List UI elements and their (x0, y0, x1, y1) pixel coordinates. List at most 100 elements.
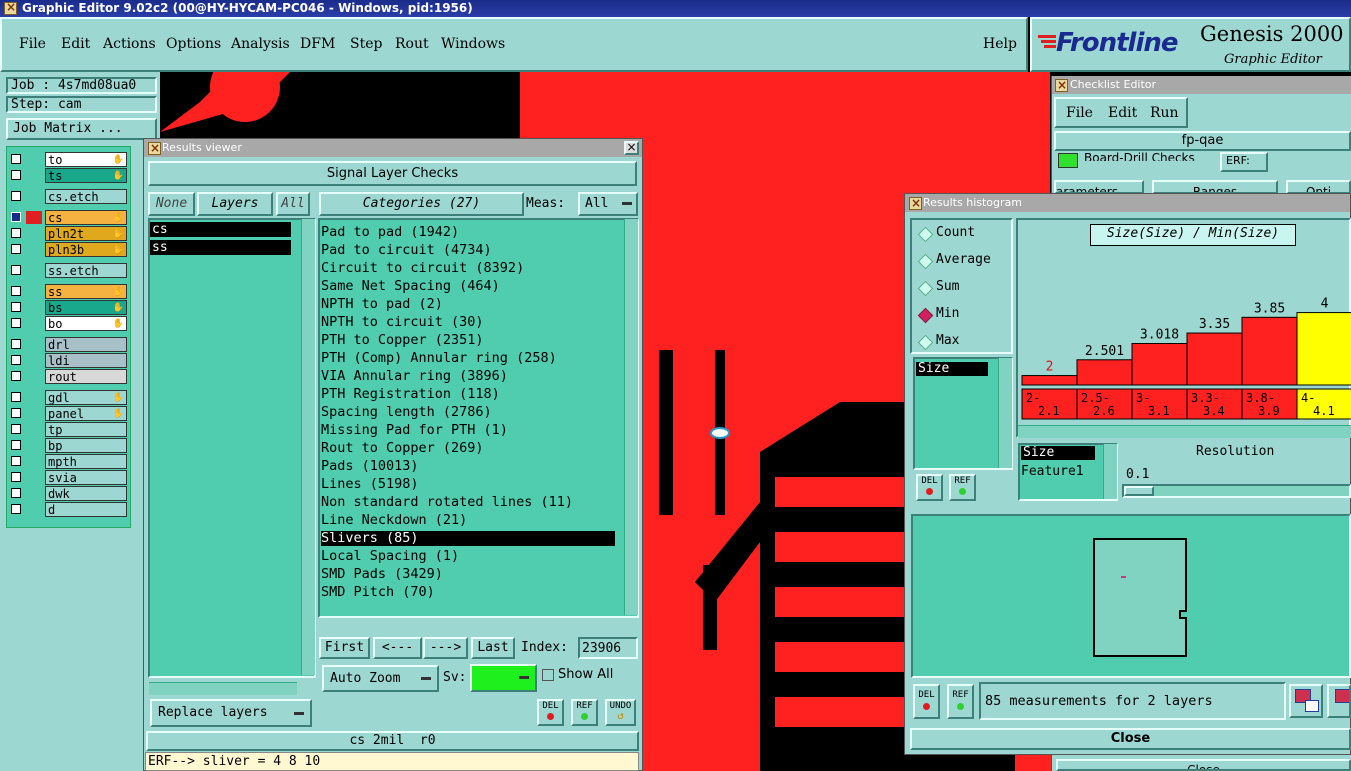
category-item[interactable]: NPTH to pad (2) (321, 295, 443, 313)
all-button[interactable]: All (276, 192, 310, 216)
layer-checkbox[interactable] (11, 504, 21, 514)
layer-row-ts[interactable]: ts ✋ (9, 168, 128, 183)
layer-name[interactable]: gdl ✋ (45, 390, 127, 405)
preview-ref-button[interactable]: REF (947, 684, 974, 719)
menu-step[interactable]: Step (350, 36, 382, 52)
layer-row-pln3b[interactable]: pln3b ✋ (9, 242, 128, 257)
layer-checkbox[interactable] (11, 440, 21, 450)
meas-dropdown[interactable]: All (578, 192, 638, 216)
next-button[interactable]: ---> (423, 637, 468, 659)
layer-name[interactable]: drl (45, 337, 127, 352)
layer-checkbox[interactable] (11, 318, 21, 328)
layer-checkbox[interactable] (11, 456, 21, 466)
histogram-del-button[interactable]: DEL (916, 474, 943, 501)
layer-row-ldi[interactable]: ldi (9, 353, 128, 368)
index-input[interactable] (578, 637, 638, 659)
layer-checkbox[interactable] (11, 191, 21, 201)
resolution-list-feature1[interactable]: Feature1 (1021, 464, 1084, 479)
histogram-bar[interactable] (1296, 312, 1351, 386)
layer-row-gdl[interactable]: gdl ✋ (9, 390, 128, 405)
tab-parameters[interactable]: arameters (1054, 180, 1144, 194)
checklist-erf[interactable]: ERF: (1220, 152, 1268, 172)
layer-checkbox[interactable] (11, 488, 21, 498)
close-icon[interactable]: × (624, 141, 639, 155)
menu-analysis[interactable]: Analysis (231, 36, 290, 52)
checklist-menu-run[interactable]: Run (1150, 105, 1179, 121)
layer-name[interactable]: rout (45, 369, 127, 384)
category-item[interactable]: Line Neckdown (21) (321, 511, 467, 529)
menu-windows[interactable]: Windows (441, 36, 505, 52)
none-button[interactable]: None (148, 192, 195, 216)
category-item[interactable]: PTH to Copper (2351) (321, 331, 484, 349)
layer-checkbox[interactable] (11, 170, 21, 180)
layer-list-scrollbar[interactable] (301, 219, 315, 675)
layer-name[interactable]: mpth (45, 454, 127, 469)
histogram-bar[interactable] (1131, 343, 1188, 386)
layer-checkbox[interactable] (11, 286, 21, 296)
layer-list-hscroll[interactable] (149, 682, 297, 695)
category-item[interactable]: Local Spacing (1) (321, 547, 459, 565)
menu-actions[interactable]: Actions (103, 36, 156, 52)
board-preview[interactable] (911, 514, 1351, 678)
categories-scrollbar[interactable] (624, 219, 638, 615)
layer-name[interactable]: ts ✋ (45, 168, 127, 183)
prev-button[interactable]: <--- (373, 637, 422, 659)
layer-row-bs[interactable]: bs ✋ (9, 300, 128, 315)
layer-row-ss.etch[interactable]: ss.etch (9, 263, 128, 278)
layer-row-ss[interactable]: ss ✋ (9, 284, 128, 299)
category-item[interactable]: PTH (Comp) Annular ring (258) (321, 349, 557, 367)
menu-file[interactable]: File (19, 36, 46, 52)
resolution-slider-thumb[interactable] (1124, 486, 1154, 496)
checklist-close-button[interactable]: Close (1056, 759, 1351, 771)
layers-button[interactable]: Layers (197, 192, 273, 216)
layer-checkbox[interactable] (11, 228, 21, 238)
del-button[interactable]: DEL (537, 699, 564, 726)
menu-dfm[interactable]: DFM (300, 36, 335, 52)
layer-name[interactable]: d (45, 502, 127, 517)
layer-checkbox[interactable] (11, 211, 42, 224)
category-item[interactable]: Pad to circuit (4734) (321, 241, 492, 259)
replace-layers-dropdown[interactable]: Replace layers (150, 699, 312, 727)
layer-name[interactable]: to ✋ (45, 152, 127, 167)
layer-checkbox[interactable] (11, 355, 21, 365)
zoom-layers-icon[interactable] (1289, 684, 1323, 718)
category-item[interactable]: Pad to pad (1942) (321, 223, 459, 241)
layer-row-cs[interactable]: cs ✋ (9, 210, 128, 225)
layer-row-tp[interactable]: tp (9, 422, 128, 437)
field-list-scrollbar[interactable] (998, 358, 1012, 468)
category-item[interactable]: Slivers (85) (321, 529, 419, 547)
layer-name[interactable]: pln2t ✋ (45, 226, 127, 241)
layer-name[interactable]: bo ✋ (45, 316, 127, 331)
layer-name[interactable]: bp (45, 438, 127, 453)
layer-name[interactable]: svia (45, 470, 127, 485)
layer-checkbox[interactable] (11, 244, 21, 254)
layer-row-rout[interactable]: rout (9, 369, 128, 384)
layer-name[interactable]: ss ✋ (45, 284, 127, 299)
undo-button[interactable]: UNDO ↺ (605, 699, 636, 726)
chart-hscroll[interactable] (1018, 425, 1351, 438)
tab-ranges[interactable]: Ranges (1152, 180, 1278, 194)
histogram-bar[interactable] (1021, 375, 1078, 386)
resolution-slider[interactable] (1122, 484, 1351, 498)
layer-name[interactable]: ldi (45, 353, 127, 368)
histogram-bar[interactable] (1186, 332, 1243, 386)
layer-name[interactable]: bs ✋ (45, 300, 127, 315)
layer-checkbox[interactable] (11, 339, 21, 349)
layer-result-cs[interactable]: cs (150, 222, 291, 237)
resolution-list-size[interactable]: Size (1021, 446, 1095, 460)
category-item[interactable]: VIA Annular ring (3896) (321, 367, 508, 385)
categories-button[interactable]: Categories (27) (319, 192, 524, 216)
category-item[interactable]: Missing Pad for PTH (1) (321, 421, 508, 439)
tab-options[interactable]: Opti (1286, 180, 1351, 194)
category-item[interactable]: Rout to Copper (269) (321, 439, 484, 457)
job-matrix-button[interactable]: Job Matrix ... (6, 118, 157, 140)
last-button[interactable]: Last (471, 637, 515, 659)
layer-row-cs.etch[interactable]: cs.etch (9, 189, 128, 204)
category-item[interactable]: Pads (10013) (321, 457, 419, 475)
layer-checkbox[interactable] (11, 472, 21, 482)
histogram-ref-button[interactable]: REF (949, 474, 976, 501)
layer-row-bp[interactable]: bp (9, 438, 128, 453)
menu-edit[interactable]: Edit (61, 36, 90, 52)
histogram-bar[interactable] (1076, 359, 1133, 386)
layer-name[interactable]: dwk (45, 486, 127, 501)
